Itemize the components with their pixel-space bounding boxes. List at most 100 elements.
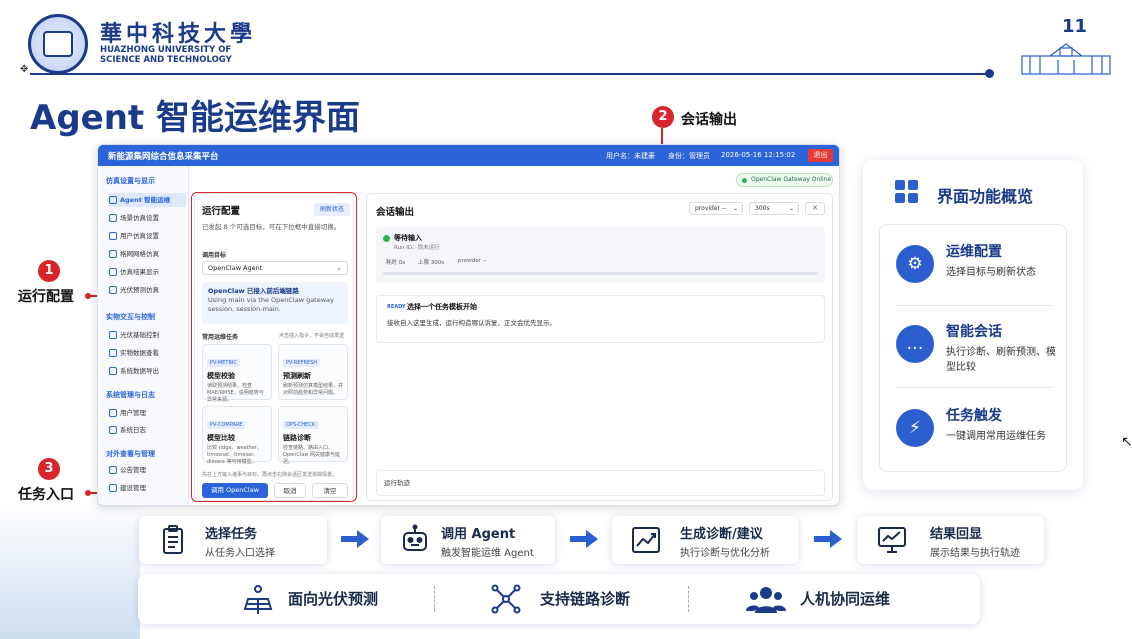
- monitor-icon: [109, 268, 117, 276]
- sidebar-item-data-view[interactable]: 实物数据查看: [108, 346, 186, 360]
- sidebar-group-system[interactable]: 系统管理与日志: [106, 390, 155, 400]
- feature-pv-forecast: 面向光伏预测: [288, 590, 379, 608]
- header-divider-dot: [985, 69, 994, 78]
- sidebar-item-pv-control[interactable]: 光伏基础控制: [108, 328, 186, 342]
- log-icon: [109, 426, 117, 434]
- overview-item-config: ⚙ 运维配置 选择目标与刷新状态: [880, 225, 1068, 305]
- callout-label-conversation: 会话输出: [681, 112, 737, 128]
- monitor-icon: [878, 527, 906, 553]
- message-title: 选择一个任务模板开始: [407, 303, 477, 311]
- callout-label-run-config: 运行配置: [18, 289, 74, 305]
- robot-icon: [403, 524, 427, 551]
- document-icon: [109, 286, 117, 294]
- edit-icon: [109, 484, 117, 492]
- mouse-cursor-icon: ↖: [1121, 434, 1132, 450]
- time-limit: 上限 300s: [418, 260, 445, 266]
- clipboard-icon: [163, 525, 183, 554]
- timeout-select[interactable]: 300s ⌄: [749, 202, 799, 215]
- message-body: 接收自入这里生成，运行构造哪认诉复，正文会优先显示。: [387, 319, 556, 327]
- elapsed-time: 耗时 0s: [386, 260, 406, 266]
- users-icon: [746, 587, 786, 613]
- feature-divider: [688, 586, 689, 612]
- sidebar-item-construction[interactable]: 建设管理: [108, 481, 186, 495]
- control-icon: [109, 331, 117, 339]
- solar-panel-icon: [243, 585, 273, 614]
- arrow-right-icon: [341, 530, 369, 548]
- message-card: READY 选择一个任务模板开始 接收自入这里生成，运行构造哪认诉复，正文会优先…: [376, 295, 825, 343]
- run-status-box: 等待输入 Run ID：尚未运行 耗时 0s 上限 300s provider …: [376, 227, 825, 283]
- run-id: Run ID：尚未运行: [394, 245, 440, 251]
- provider-value: provider --: [458, 258, 487, 264]
- flow-step-result: 结果回显 展示结果与执行轨迹: [858, 516, 1044, 564]
- overview-title: 界面功能概览: [937, 187, 1034, 206]
- flow-step-diagnosis: 生成诊断/建议 执行诊断与优化分析: [612, 516, 798, 564]
- arrow-right-icon: [570, 530, 598, 548]
- close-icon[interactable]: ✕: [805, 202, 825, 215]
- current-datetime: 2026-05-16 12:15:02: [721, 151, 796, 159]
- callout-badge-3: 3: [38, 458, 60, 480]
- progress-bar: [383, 272, 818, 275]
- sidebar-item-data-export[interactable]: 系统数据导出: [108, 364, 186, 378]
- robot-icon: [109, 196, 117, 204]
- sidebar-item-grid-sim[interactable]: 格网网格仿真: [108, 247, 186, 261]
- callout-badge-2: 2: [652, 106, 674, 128]
- user-icon: [109, 409, 117, 417]
- feature-divider: [434, 586, 435, 612]
- sidebar-group-external[interactable]: 对外查看与管理: [106, 449, 155, 459]
- feature-overview-card: 界面功能概览 ⚙ 运维配置 选择目标与刷新状态 … 智能会话 执行诊断、刷新预测…: [863, 160, 1083, 490]
- provider-select[interactable]: provider -- ⌄: [689, 202, 743, 215]
- run-trace-section[interactable]: 运行轨迹: [376, 470, 825, 496]
- gateway-status-badge: OpenClaw Gateway Online: [736, 173, 833, 187]
- sidebar-group-simulation[interactable]: 仿真设置与显示: [106, 176, 155, 186]
- sidebar-item-scene-sim[interactable]: 场景仿真设置: [108, 211, 186, 225]
- chevron-down-icon: ⌄: [732, 205, 738, 212]
- sidebar-item-notice[interactable]: 公告管理: [108, 463, 186, 477]
- overview-divider: [896, 387, 1052, 388]
- status-dot-icon: [383, 235, 390, 242]
- feature-link-diagnosis: 支持链路诊断: [540, 590, 631, 608]
- conversation-output-panel: 会话输出 provider -- ⌄ 300s ⌄ ✕ 等待输入 Run ID：尚未…: [366, 193, 833, 501]
- university-name-cn: 華中科技大學: [100, 21, 257, 47]
- callout-badge-1: 1: [38, 260, 60, 282]
- sidebar-item-agent[interactable]: Agent 智能运维: [108, 193, 186, 207]
- solar-panel-background: [0, 500, 140, 639]
- app-title: 新能源集网综合信息采集平台: [108, 152, 219, 162]
- conversation-output-title: 会话输出: [376, 207, 415, 218]
- notice-icon: [109, 466, 117, 474]
- scene-icon: [109, 214, 117, 222]
- database-icon: [109, 349, 117, 357]
- sidebar-item-pv-forecast[interactable]: 光伏预测仿真: [108, 283, 186, 297]
- chat-icon: …: [896, 325, 934, 363]
- gear-icon: ⚙: [896, 245, 934, 283]
- user-role: 身份：管理员: [668, 152, 710, 160]
- overview-list: ⚙ 运维配置 选择目标与刷新状态 … 智能会话 执行诊断、刷新预测、模型比较 ⚡…: [879, 224, 1067, 472]
- university-logo: [28, 14, 88, 74]
- user-icon: [109, 232, 117, 240]
- ready-badge: READY: [387, 304, 406, 310]
- feature-bar: 面向光伏预测 支持链路诊断 人机协同运维: [138, 574, 980, 624]
- chevron-down-icon: ⌄: [788, 205, 794, 212]
- app-topbar: 新能源集网综合信息采集平台 用户名：未建豪 身份：管理员 2026-05-16 …: [98, 145, 839, 166]
- logout-button[interactable]: 退出: [808, 149, 833, 162]
- slide-title: Agent 智能运维界面: [30, 98, 361, 138]
- export-icon: [109, 367, 117, 375]
- sidebar: 仿真设置与显示 Agent 智能运维 场景仿真设置 用户仿真设置 格网网格仿真 …: [98, 166, 189, 505]
- feature-human-machine: 人机协同运维: [800, 590, 891, 608]
- highlight-run-config: [191, 192, 357, 502]
- flow-step-select-task: 选择任务 从任务入口选择: [139, 516, 327, 564]
- chart-icon: [632, 527, 660, 553]
- campus-building-icon: [1021, 43, 1111, 75]
- flow-step-call-agent: 调用 Agent 触发智能运维 Agent: [381, 516, 555, 564]
- university-name-en: HUAZHONG UNIVERSITY OF SCIENCE AND TECHN…: [100, 45, 232, 65]
- run-status-text: 等待输入: [394, 234, 422, 242]
- arrow-right-icon: [814, 530, 842, 548]
- sidebar-item-user-sim[interactable]: 用户仿真设置: [108, 229, 186, 243]
- sidebar-item-system-log[interactable]: 系统日志: [108, 423, 186, 437]
- move-icon: ✥: [20, 64, 29, 75]
- lightning-icon: ⚡: [896, 409, 934, 447]
- sidebar-group-physical[interactable]: 实物交互与控制: [106, 312, 155, 322]
- grid-icon: [895, 180, 919, 204]
- sidebar-item-sim-result[interactable]: 仿真结果显示: [108, 265, 186, 279]
- user-name: 用户名：未建豪: [606, 152, 655, 160]
- sidebar-item-user-mgmt[interactable]: 用户管理: [108, 406, 186, 420]
